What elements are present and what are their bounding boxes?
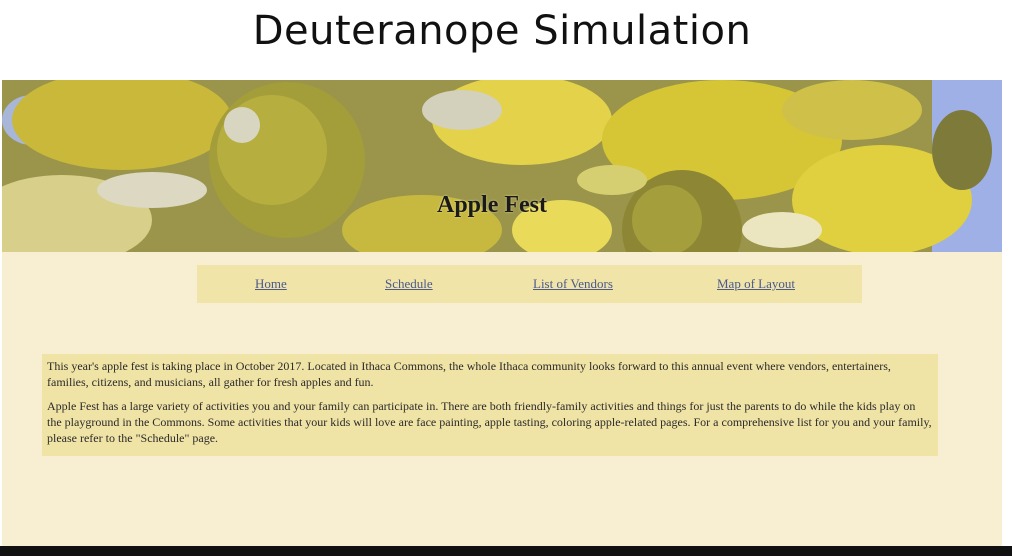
bottom-border (0, 546, 1012, 556)
simulation-caption: Deuteranope Simulation (252, 8, 752, 54)
nav-link-schedule[interactable]: Schedule (385, 276, 433, 292)
website-screenshot: Apple Fest Home Schedule List of Vendors… (2, 80, 1002, 550)
intro-paragraph: This year's apple fest is taking place i… (47, 359, 891, 389)
nav-link-vendors[interactable]: List of Vendors (533, 276, 613, 292)
activities-paragraph: Apple Fest has a large variety of activi… (47, 399, 932, 445)
hero-banner: Apple Fest (2, 80, 1002, 252)
nav-link-map[interactable]: Map of Layout (717, 276, 795, 292)
apple-tree-image (2, 80, 1002, 252)
main-nav: Home Schedule List of Vendors Map of Lay… (197, 265, 862, 303)
nav-link-home[interactable]: Home (255, 276, 287, 292)
site-title: Apple Fest (437, 192, 547, 218)
intro-content: This year's apple fest is taking place i… (42, 354, 938, 456)
